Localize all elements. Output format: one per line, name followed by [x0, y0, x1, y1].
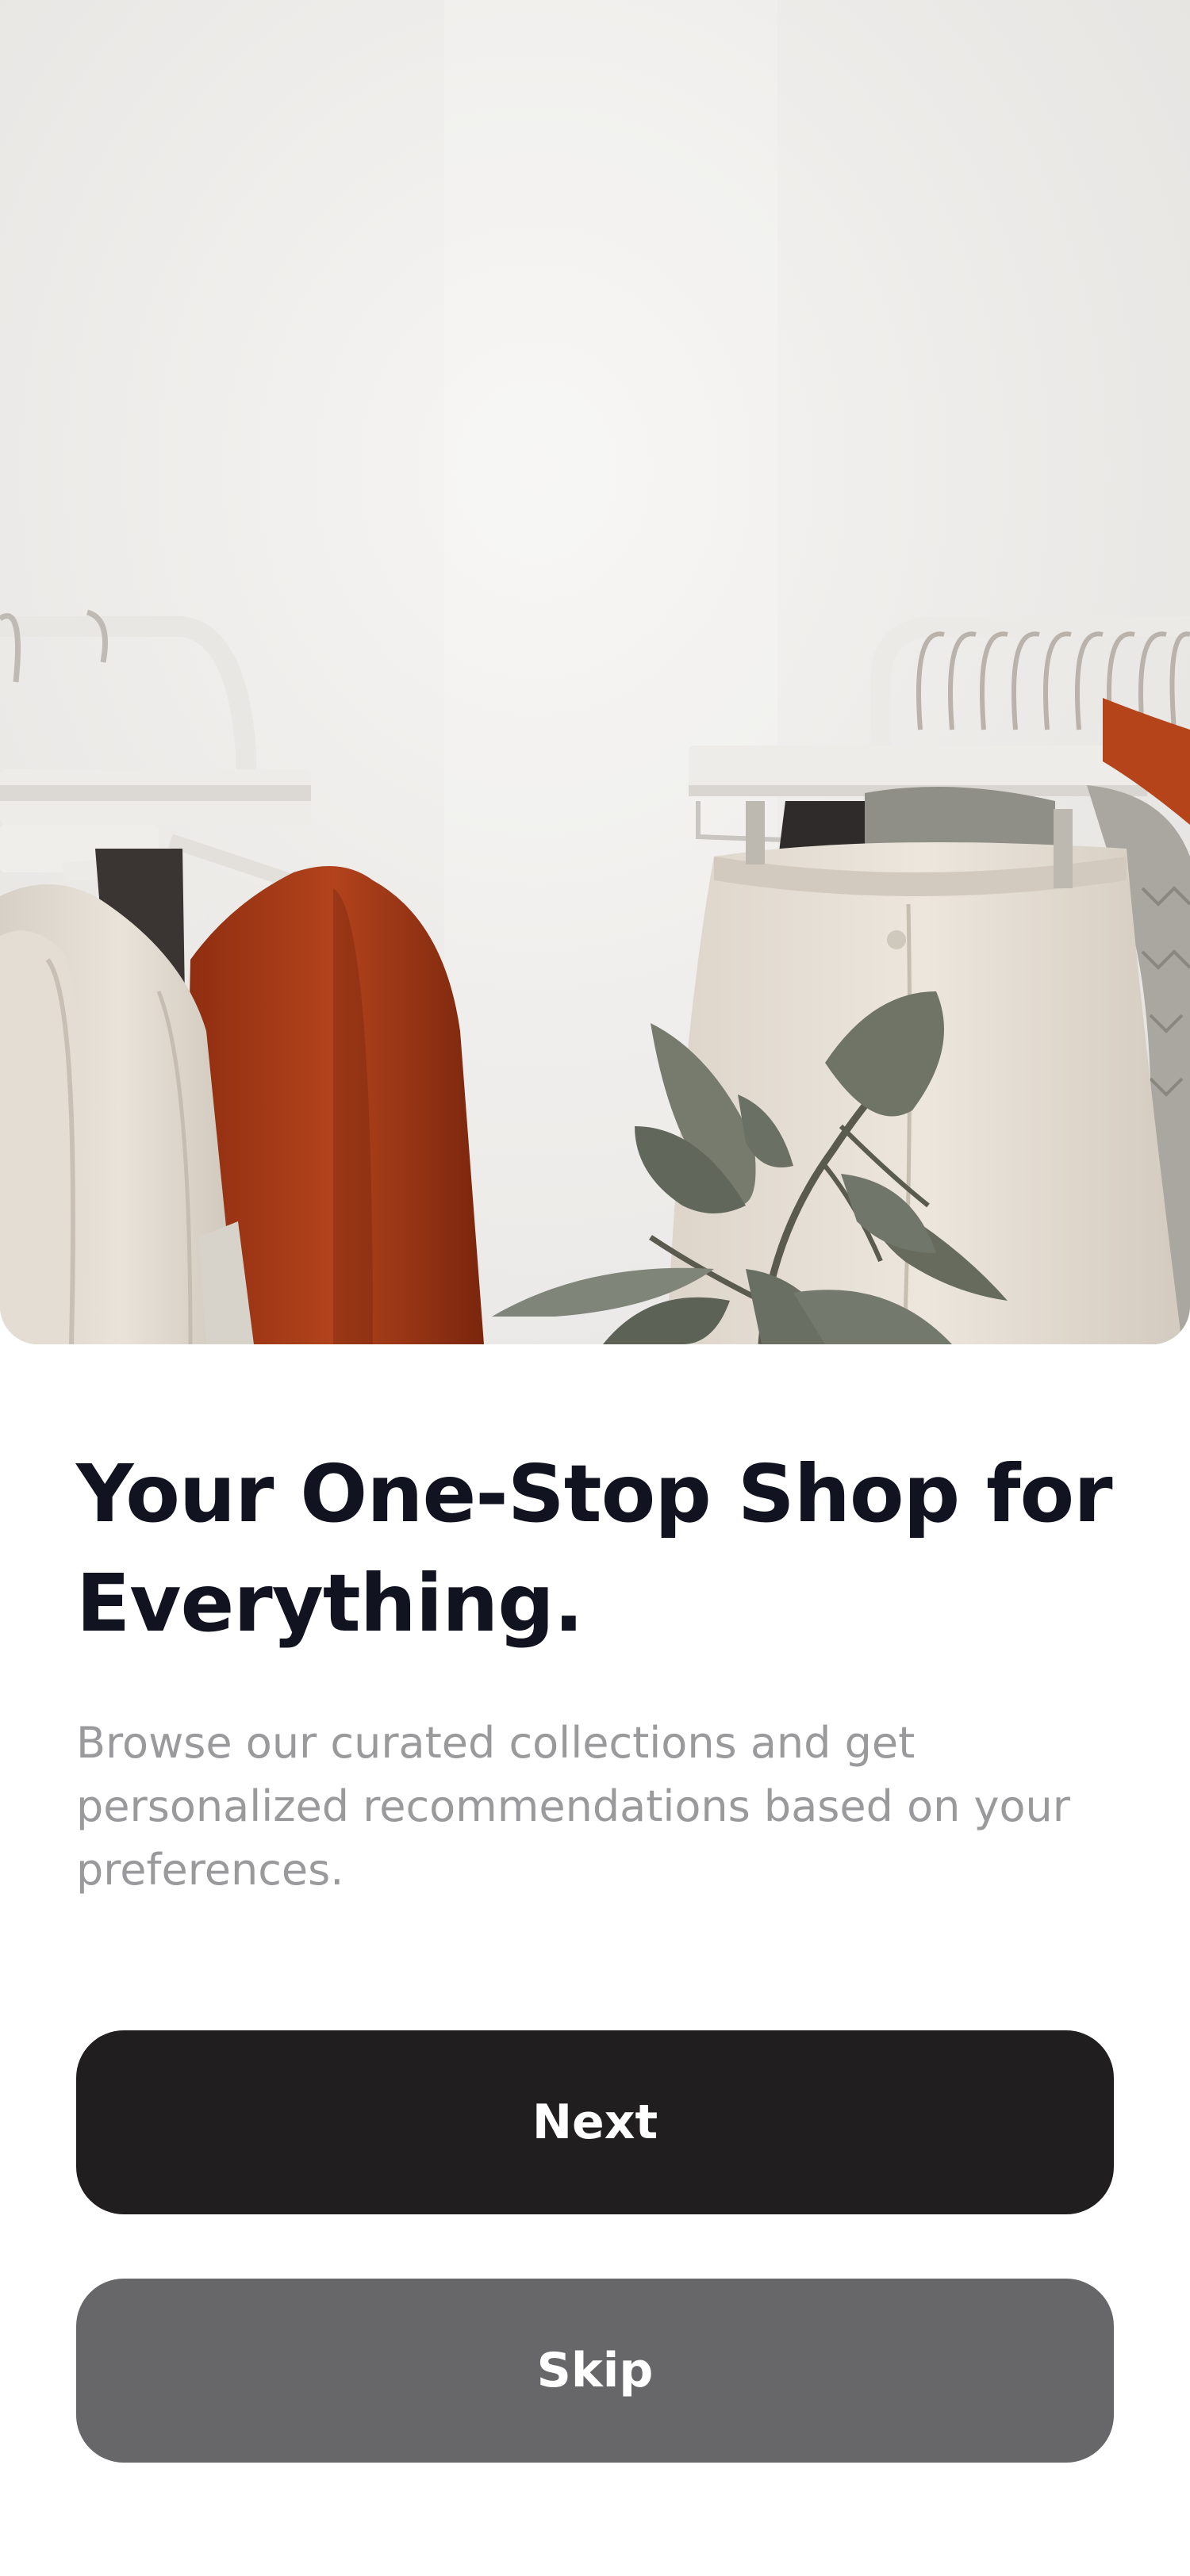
page-description: Browse our curated collections and get p… [76, 1718, 1070, 1895]
clothing-rack-illustration [0, 0, 1190, 1344]
skip-button[interactable]: Skip [76, 2279, 1114, 2463]
next-button[interactable]: Next [76, 2030, 1114, 2214]
hero-image [0, 0, 1190, 1344]
page-title: Your One-Stop Shop for Everything. [76, 1447, 1113, 1650]
